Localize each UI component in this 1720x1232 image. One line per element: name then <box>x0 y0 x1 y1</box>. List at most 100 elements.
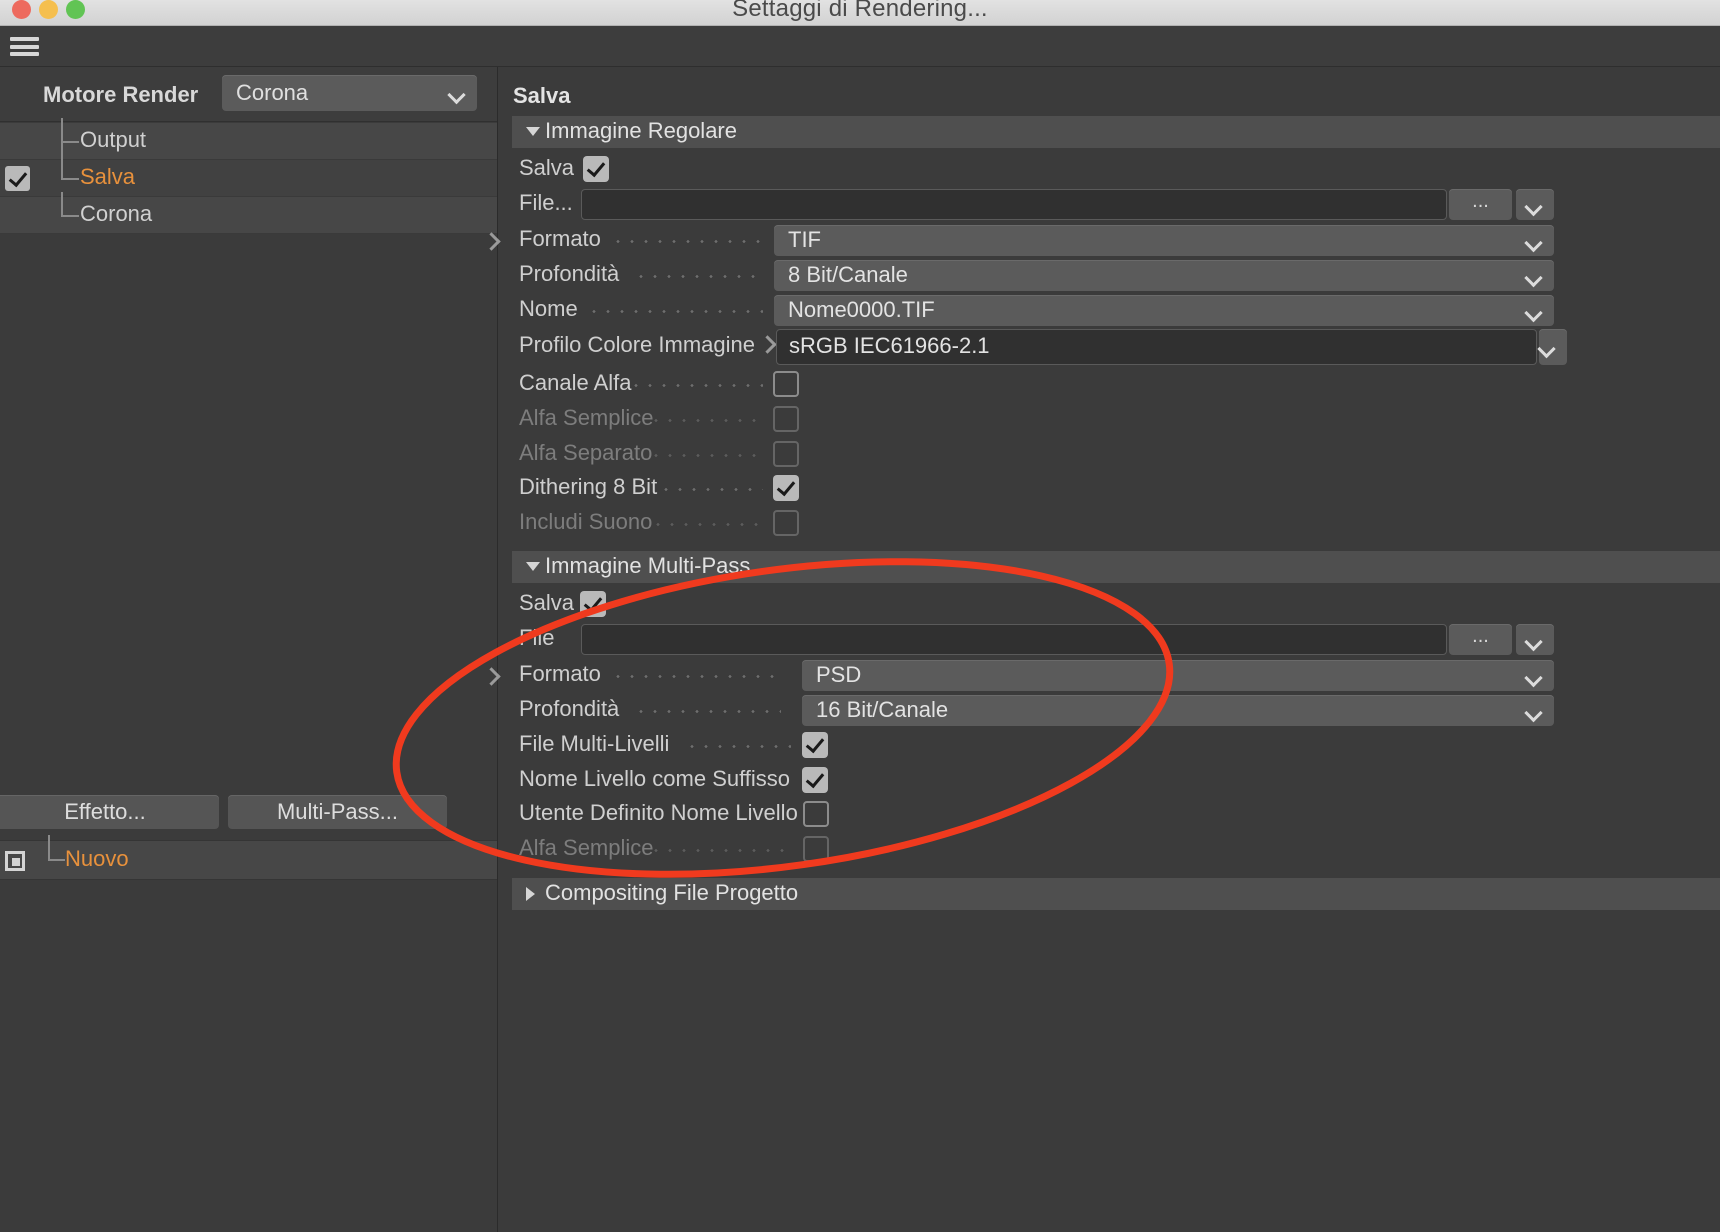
tree-item-corona[interactable]: Corona <box>0 192 497 234</box>
profilo-colore-dropdown[interactable] <box>1539 329 1567 365</box>
salva-multipass-checkbox[interactable] <box>580 591 606 617</box>
render-engine-select[interactable]: Corona <box>222 75 477 111</box>
chevron-down-icon <box>1527 200 1542 209</box>
row-includi-suono: Includi Suono <box>499 506 1720 541</box>
section-header-immagine-regolare[interactable]: Immagine Regolare <box>512 116 1720 148</box>
section-title: Immagine Multi-Pass <box>545 553 751 578</box>
file-options-button[interactable] <box>1516 189 1554 220</box>
page-title: Salva <box>513 83 571 108</box>
section-title: Immagine Regolare <box>545 118 737 143</box>
chevron-down-icon <box>1527 271 1542 280</box>
alfa-semplice-multipass-checkbox <box>803 836 829 862</box>
row-utente-definito-nome-livello: Utente Definito Nome Livello <box>499 797 1720 832</box>
render-region-icon <box>5 851 25 871</box>
chevron-down-icon <box>1540 343 1555 352</box>
row-canale-alfa: Canale Alfa <box>499 367 1720 402</box>
chevron-down-icon <box>1527 671 1542 680</box>
left-panel-buttons: Effetto... Multi-Pass... <box>0 795 497 835</box>
nome-livello-suffisso-checkbox[interactable] <box>802 767 828 793</box>
alfa-separato-checkbox <box>773 441 799 467</box>
row-salva-multipass: Salva <box>499 587 1720 622</box>
file-multipass-input[interactable] <box>581 624 1447 655</box>
formato-multipass-value: PSD <box>816 662 862 687</box>
row-file-multi-livelli: File Multi-Livelli <box>499 728 1720 763</box>
expand-profilo-icon[interactable] <box>758 335 777 354</box>
utente-definito-nome-livello-checkbox[interactable] <box>803 801 829 827</box>
render-engine-row: Motore Render Corona <box>0 67 497 122</box>
chevron-down-icon <box>1527 236 1542 245</box>
profondita-select[interactable]: 8 Bit/Canale <box>774 260 1554 291</box>
row-label: Profondità <box>519 696 620 721</box>
includi-suono-checkbox <box>773 510 799 536</box>
multipass-button[interactable]: Multi-Pass... <box>228 795 447 829</box>
row-label: File <box>519 625 555 650</box>
window-titlebar: Settaggi di Rendering... <box>0 0 1720 26</box>
file-multipass-options-button[interactable] <box>1516 624 1554 655</box>
row-dithering: Dithering 8 Bit <box>499 471 1720 506</box>
row-label: Alfa Semplice <box>519 405 654 430</box>
chevron-down-icon <box>526 562 540 571</box>
profilo-colore-input[interactable]: sRGB IEC61966-2.1 <box>776 329 1537 365</box>
section-title: Compositing File Progetto <box>545 880 799 905</box>
section-header-compositing[interactable]: Compositing File Progetto <box>512 878 1720 910</box>
dot-leader <box>685 745 791 748</box>
alfa-semplice-checkbox <box>773 406 799 432</box>
row-label: Nome <box>519 296 578 321</box>
salva-checkbox[interactable] <box>583 156 609 182</box>
row-label: Dithering 8 Bit <box>519 474 658 499</box>
row-nome-regolare: Nome Nome0000.TIF <box>499 293 1720 328</box>
dot-leader <box>611 240 763 243</box>
preset-row-nuovo[interactable]: Nuovo <box>0 835 497 880</box>
row-formato-regolare: Formato TIF <box>482 223 1720 258</box>
row-file-multipass: File ... <box>499 622 1720 657</box>
effetto-button[interactable]: Effetto... <box>0 795 219 829</box>
file-path-input[interactable] <box>581 189 1447 220</box>
canale-alfa-checkbox[interactable] <box>773 371 799 397</box>
row-alfa-separato: Alfa Separato <box>499 437 1720 472</box>
profondita-multipass-select[interactable]: 16 Bit/Canale <box>802 695 1554 726</box>
dot-leader <box>651 523 763 526</box>
row-label: Alfa Separato <box>519 440 653 465</box>
row-label: Profilo Colore Immagine <box>519 332 755 357</box>
row-label: File... <box>519 190 573 215</box>
tree-item-label: Output <box>80 127 147 152</box>
dot-leader <box>611 675 781 678</box>
render-engine-label: Motore Render <box>43 82 199 107</box>
tree-elbow-icon <box>61 192 79 217</box>
dot-leader <box>649 849 791 852</box>
chevron-right-icon <box>526 887 535 901</box>
formato-multipass-select[interactable]: PSD <box>802 660 1554 691</box>
hamburger-icon[interactable] <box>10 35 39 58</box>
dot-leader <box>634 710 781 713</box>
file-browse-button[interactable]: ... <box>1449 189 1512 220</box>
render-engine-value: Corona <box>236 80 309 105</box>
row-label: Formato <box>519 661 601 686</box>
tree-item-checkbox[interactable] <box>5 166 30 191</box>
formato-value: TIF <box>788 227 821 252</box>
file-multipass-browse-button[interactable]: ... <box>1449 624 1512 655</box>
chevron-down-icon <box>1527 635 1542 644</box>
right-panel: Salva Immagine Regolare Salva File... ..… <box>482 67 1720 1232</box>
tree-elbow-icon <box>48 835 65 861</box>
nome-value: Nome0000.TIF <box>788 297 935 322</box>
row-salva-regolare: Salva <box>499 152 1720 187</box>
row-label: Salva <box>519 155 575 180</box>
window-title: Settaggi di Rendering... <box>732 0 988 22</box>
row-nome-livello-suffisso: Nome Livello come Suffisso <box>499 763 1720 798</box>
chevron-down-icon <box>450 89 465 98</box>
tree-elbow-icon <box>61 142 79 180</box>
row-label: Alfa Semplice <box>519 835 654 860</box>
tree-item-label: Corona <box>80 201 153 226</box>
formato-select[interactable]: TIF <box>774 225 1554 256</box>
nome-select[interactable]: Nome0000.TIF <box>774 295 1554 326</box>
section-header-immagine-multipass[interactable]: Immagine Multi-Pass <box>512 551 1720 583</box>
row-label: Includi Suono <box>519 509 653 534</box>
profondita-value: 8 Bit/Canale <box>788 262 908 287</box>
dithering-checkbox[interactable] <box>773 475 799 501</box>
dot-leader <box>659 488 763 491</box>
chevron-down-icon <box>526 127 540 136</box>
row-profilo-colore: Profilo Colore Immagine sRGB IEC61966-2.… <box>499 329 1720 365</box>
row-file-regolare: File... ... <box>499 187 1720 222</box>
file-multi-livelli-checkbox[interactable] <box>802 732 828 758</box>
chevron-down-icon <box>1527 706 1542 715</box>
